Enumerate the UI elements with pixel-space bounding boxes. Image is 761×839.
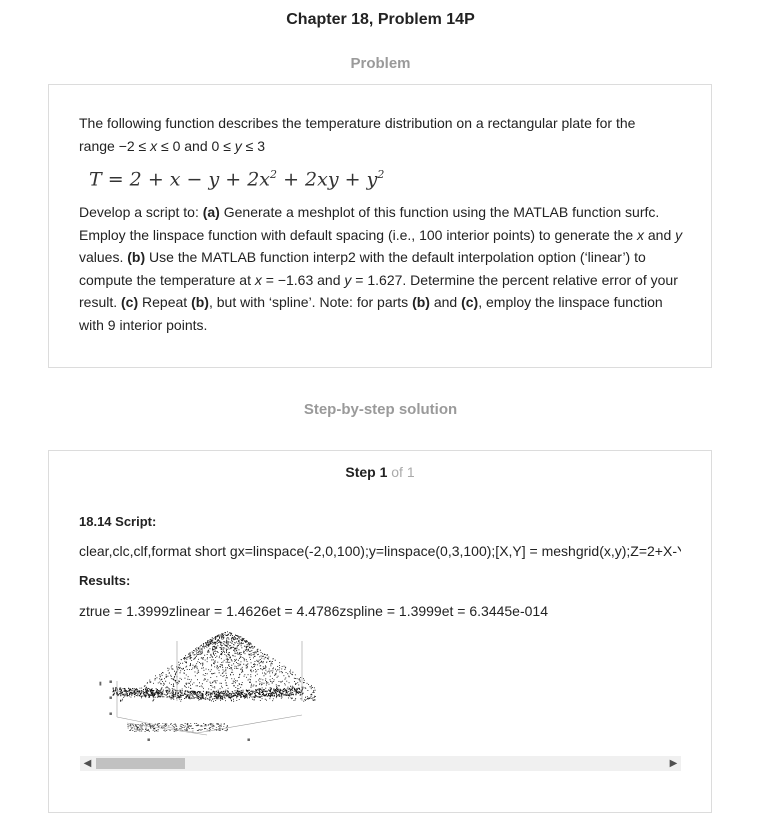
equation-sup1: 2 [270,168,278,181]
problem-body: Develop a script to: (a) Generate a mesh… [79,201,689,336]
plot-frame [116,641,303,736]
step-label: Step 1 [345,464,388,480]
problem-intro: The following function describes the tem… [79,112,689,157]
temperature-equation: T = 2 + x − y + 2x2 + 2xy + y2 [89,168,384,190]
body-t4: values. [79,249,128,265]
surface-plot-image: ▪ ▪ ▪ ▮ ▪ ▪ [99,631,316,743]
svg-text:▪: ▪ [109,711,112,717]
body-t1: Develop a script to: [79,204,203,220]
equation-sup2: 2 [377,168,385,181]
body-part-b: (b) [127,249,146,265]
equation-part1: = 2 + x − y + 2x [101,168,271,191]
body-t9: , but with ‘spline’. Note: for parts [208,294,413,310]
scroll-left-arrow-icon[interactable]: ◀ [80,756,95,771]
body-y: y [675,226,683,243]
solution-card: Step 1 of 1 18.14 Script: clear,clc,clf,… [48,450,712,813]
body-t8: Repeat [138,294,192,310]
intro-line1: The following function describes the tem… [79,115,636,131]
horizontal-scrollbar[interactable]: ◀ ▶ [80,756,681,771]
problem-card: The following function describes the tem… [48,84,712,368]
page-title: Chapter 18, Problem 14P [286,11,475,28]
body-x: x [637,226,644,243]
scroll-right-arrow-icon[interactable]: ▶ [666,756,681,771]
surface-stipple [112,631,316,732]
body-t3: and [644,226,676,243]
surface-mesh [112,631,316,732]
step-header: Step 1 of 1 [49,464,711,480]
body-part-b2: (b) [191,294,209,310]
solution-heading: Step-by-step solution [303,401,458,418]
svg-text:▪: ▪ [109,679,112,685]
body-t6: = −1.63 and [261,271,345,288]
intro-range-mid: ≤ 0 and 0 ≤ [157,137,235,154]
script-code: clear,clc,clf,format short gx=linspace(-… [79,543,681,559]
equation-lhs: T [89,168,102,191]
equation-part2: + 2xy + y [277,168,378,191]
intro-var-y: y [234,137,242,154]
svg-text:▪: ▪ [109,695,112,701]
intro-range-suffix: ≤ 3 [241,137,266,154]
body-t10: and [429,294,462,310]
intro-range-prefix: range −2 ≤ [79,137,151,154]
svg-text:▮: ▮ [99,681,102,687]
body-part-c: (c) [121,294,139,310]
problem-heading: Problem [350,55,411,72]
body-part-b3: (b) [412,294,430,310]
svg-text:▪: ▪ [147,737,150,743]
body-x2: x [254,271,262,288]
scroll-thumb[interactable] [96,758,185,769]
body-part-c2: (c) [461,294,479,310]
results-output: ztrue = 1.3999zlinear = 1.4626et = 4.478… [79,603,548,619]
script-label: 18.14 Script: [79,514,157,529]
svg-text:▪: ▪ [247,737,250,743]
body-part-a: (a) [202,204,220,220]
results-label: Results: [79,573,131,588]
step-of: of 1 [387,464,415,480]
